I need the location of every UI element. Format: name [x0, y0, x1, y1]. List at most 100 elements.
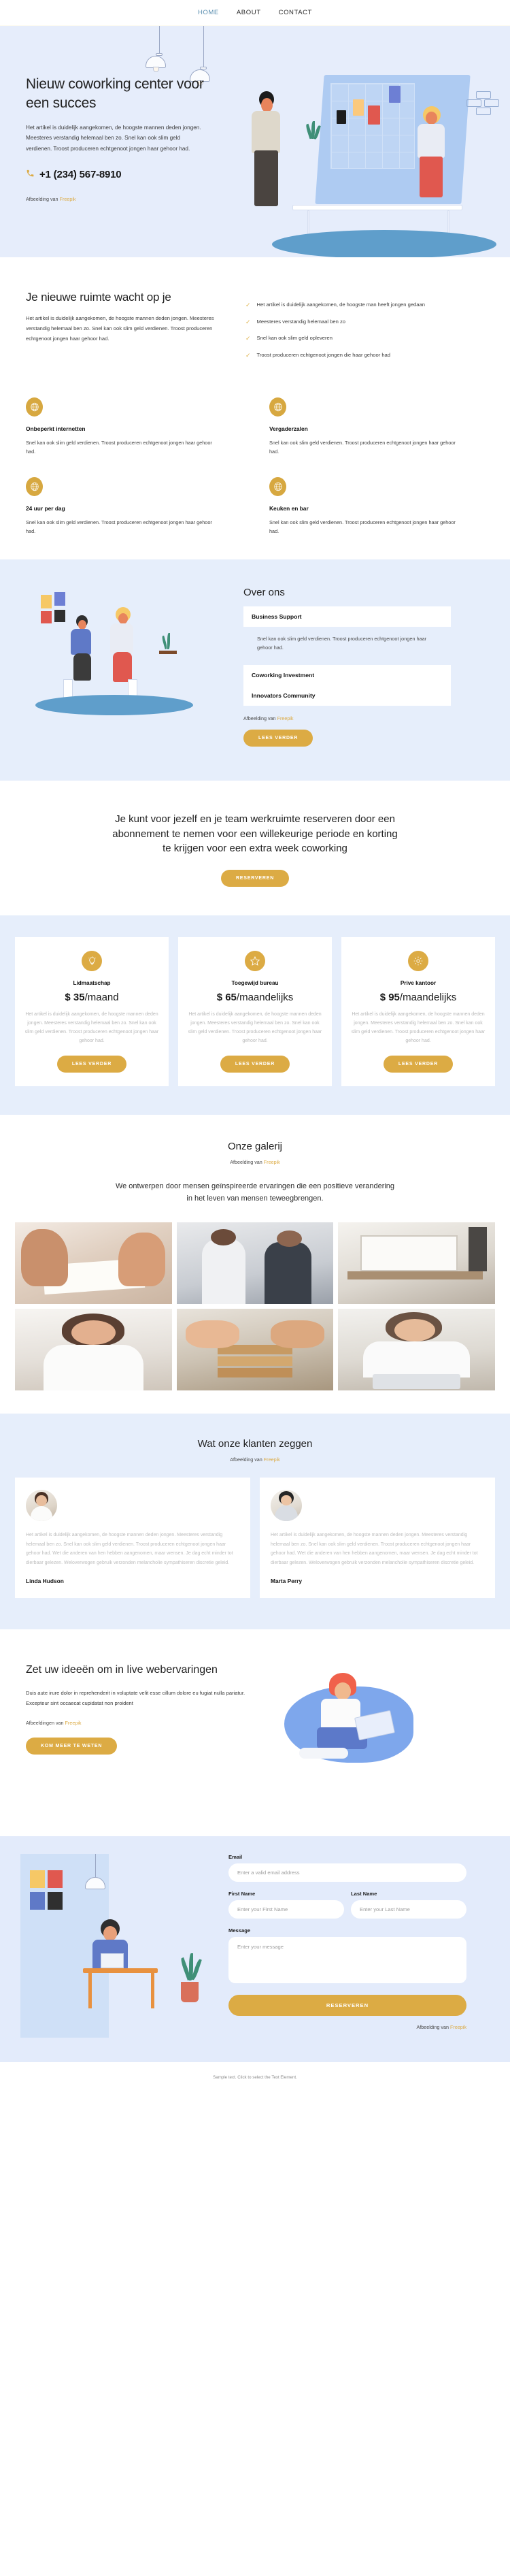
testimonials-title: Wat onze klanten zeggen	[197, 1438, 313, 1450]
pricing-currency: $	[216, 992, 223, 1004]
credit-prefix: Afbeelding van	[416, 2023, 451, 2030]
phone-icon	[26, 169, 35, 181]
cta-heading: Je kunt voor jezelf en je team werkruimt…	[112, 813, 398, 855]
gallery-image-4[interactable]	[15, 1309, 172, 1391]
feature-card: Keuken en bar Snel kan ook slim geld ver…	[269, 476, 484, 536]
pricing-value: 95	[388, 992, 400, 1004]
message-label: Message	[228, 1927, 251, 1934]
pricing-currency: $	[65, 992, 71, 1004]
testimonial-body: Het artikel is duidelijk aangekomen, de …	[26, 1533, 233, 1566]
nav-item-home[interactable]: HOME	[198, 9, 219, 16]
email-field[interactable]	[228, 1863, 466, 1882]
testimonials-credit: Afbeelding van Freepik	[15, 1456, 495, 1463]
page-footer: Sample text. Click to select the Text El…	[0, 2061, 510, 2093]
pricing-read-more-button[interactable]: LEES VERDER	[56, 1055, 127, 1073]
credit-link[interactable]: Freepik	[60, 196, 76, 202]
pricing-card-toegewijd-bureau: Toegewijd bureau $ 65/maandelijks Het ar…	[178, 937, 332, 1086]
hero-section: Nieuw coworking center voor een succes H…	[0, 26, 510, 257]
check-text: Troost produceren echtgenoot jongen die …	[256, 351, 391, 358]
feature-body: Snel kan ook slim geld verdienen. Troost…	[269, 440, 456, 455]
nav-item-about[interactable]: ABOUT	[237, 9, 261, 16]
credit-link[interactable]: Freepik	[277, 715, 294, 721]
ideas-illustration	[264, 1663, 484, 1799]
features-body: Het artikel is duidelijk aangekomen, de …	[26, 315, 214, 342]
pricing-amount: $ 35/maand	[24, 992, 159, 1003]
about-illustration	[26, 583, 230, 719]
feature-title: 24 uur per dag	[26, 504, 65, 512]
testimonial-name: Marta Perry	[271, 1577, 303, 1584]
gallery-image-5[interactable]	[176, 1309, 334, 1391]
gallery-image-1[interactable]	[15, 1222, 172, 1305]
feature-title: Onbeperkt internetten	[26, 425, 86, 432]
last-name-field[interactable]	[351, 1900, 466, 1919]
contact-submit-button[interactable]: RESERVEREN	[228, 1994, 466, 2016]
message-field[interactable]	[228, 1936, 466, 1983]
testimonial-card: Het artikel is duidelijk aangekomen, de …	[260, 1478, 495, 1598]
pricing-read-more-button[interactable]: LEES VERDER	[383, 1055, 454, 1073]
hero-title: Nieuw coworking center voor een succes	[26, 76, 204, 112]
cta-section: Je kunt voor jezelf en je team werkruimt…	[0, 780, 510, 916]
pricing-period: /maandelijks	[399, 992, 457, 1004]
check-icon: ✓	[245, 351, 251, 359]
testimonial-body: Het artikel is duidelijk aangekomen, de …	[271, 1533, 478, 1566]
testimonial-name: Linda Hudson	[26, 1577, 64, 1584]
lightbulb-icon	[82, 951, 102, 972]
gallery-image-3[interactable]	[338, 1222, 495, 1305]
accordion-item-business-support[interactable]: Business Support	[243, 606, 451, 627]
check-list-item: ✓ Snel kan ook slim geld opleveren	[245, 334, 470, 344]
pricing-value: 65	[225, 992, 237, 1004]
ideas-title: Zet uw ideeën om in live webervaringen	[26, 1663, 218, 1676]
gallery-grid	[15, 1222, 495, 1391]
hero-content: Nieuw coworking center voor een succes H…	[0, 26, 224, 202]
pricing-read-more-button[interactable]: LEES VERDER	[220, 1055, 290, 1073]
credit-prefix: Afbeelding van	[26, 195, 60, 202]
credit-link[interactable]: Freepik	[65, 1720, 82, 1726]
credit-link[interactable]: Freepik	[264, 1456, 280, 1463]
feature-card: 24 uur per dag Snel kan ook slim geld ve…	[26, 476, 241, 536]
globe-icon	[26, 397, 43, 417]
about-read-more-button[interactable]: LEES VERDER	[243, 729, 313, 747]
pricing-value: 35	[73, 992, 85, 1004]
pricing-currency: $	[379, 992, 386, 1004]
check-text: Het artikel is duidelijk aangekomen, de …	[256, 301, 425, 308]
check-list-item: ✓ Het artikel is duidelijk aangekomen, d…	[245, 301, 470, 310]
pricing-plan-name: Lidmaatschap	[73, 980, 111, 987]
pricing-amount: $ 65/maandelijks	[188, 992, 322, 1003]
pricing-period: /maand	[84, 992, 119, 1004]
first-name-label: First Name	[228, 1890, 256, 1897]
accordion-item-innovators-community[interactable]: Innovators Community	[243, 685, 451, 706]
contact-illustration	[20, 1853, 218, 2038]
gallery-credit: Afbeelding van Freepik	[15, 1159, 495, 1165]
ideas-body: Duis aute irure dolor in reprehenderit i…	[26, 1689, 245, 1707]
feature-cards-grid: Onbeperkt internetten Snel kan ook slim …	[26, 397, 484, 536]
feature-card: Vergaderzalen Snel kan ook slim geld ver…	[269, 397, 484, 457]
contact-section: Email First Name Last Name Message RESER…	[0, 1836, 510, 2062]
gear-icon	[408, 951, 428, 972]
credit-link[interactable]: Freepik	[264, 1159, 280, 1165]
credit-prefix: Afbeelding van	[230, 1456, 264, 1463]
pricing-period: /maandelijks	[236, 992, 294, 1004]
landing-page: HOME ABOUT CONTACT Nieuw coworking cente…	[0, 0, 510, 2093]
nav-item-contact[interactable]: CONTACT	[279, 9, 312, 16]
hero-phone[interactable]: +1 (234) 567-8910	[26, 169, 224, 181]
check-list-item: ✓ Meesteres verstandig helemaal ben zo	[245, 318, 470, 327]
gallery-image-2[interactable]	[176, 1222, 334, 1305]
first-name-field[interactable]	[228, 1900, 344, 1919]
testimonial-card: Het artikel is duidelijk aangekomen, de …	[15, 1478, 250, 1598]
main-navigation: HOME ABOUT CONTACT	[0, 0, 510, 26]
gallery-lead: We ontwerpen door mensen geïnspireerde e…	[115, 1181, 395, 1203]
ideas-credit: Afbeeldingen van Freepik	[26, 1720, 250, 1726]
cta-reserve-button[interactable]: RESERVEREN	[220, 870, 290, 887]
email-label: Email	[228, 1853, 243, 1860]
gallery-image-6[interactable]	[338, 1309, 495, 1391]
ideas-learn-more-button[interactable]: KOM MEER TE WETEN	[26, 1737, 118, 1755]
contact-credit: Afbeelding van Freepik	[228, 2024, 466, 2030]
accordion-item-coworking-investment[interactable]: Coworking Investment	[243, 664, 451, 685]
phone-number: +1 (234) 567-8910	[39, 169, 122, 181]
credit-link[interactable]: Freepik	[450, 2024, 466, 2030]
pricing-amount: $ 95/maandelijks	[351, 992, 486, 1003]
globe-icon	[269, 476, 286, 496]
pricing-section: Lidmaatschap $ 35/maand Het artikel is d…	[0, 915, 510, 1115]
avatar	[26, 1490, 57, 1522]
check-icon: ✓	[245, 318, 251, 325]
